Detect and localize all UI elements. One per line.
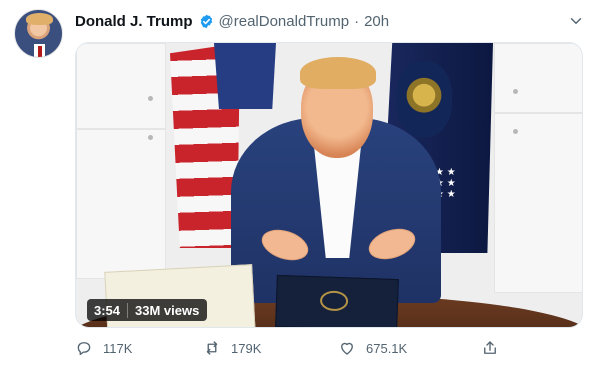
cabinet-left-upper [76, 43, 166, 129]
chevron-down-icon[interactable] [567, 12, 585, 30]
avatar-tie [38, 46, 42, 57]
cabinet-knob [148, 135, 153, 140]
reply-count: 117K [103, 340, 133, 356]
cabinet-knob [513, 89, 518, 94]
cabinet-knob [513, 129, 518, 134]
reply-icon [77, 342, 91, 356]
video-duration: 3:54 [94, 302, 121, 318]
author-name[interactable]: Donald J. Trump [75, 13, 193, 30]
like-count: 675.1K [366, 340, 408, 356]
avatar-hair [26, 13, 53, 25]
tweet-actions: 117K 179K 675.1K [75, 337, 501, 359]
presidential-seal [396, 61, 452, 137]
cabinet-right-lower [494, 113, 582, 293]
reply-button[interactable]: 117K [75, 337, 132, 359]
retweet-button[interactable]: 179K [203, 337, 261, 359]
folder-seal [319, 290, 349, 312]
retweet-icon [206, 341, 218, 355]
verified-badge-icon [200, 14, 212, 28]
cabinet-left-lower [76, 129, 166, 279]
cabinet-right-upper [494, 43, 582, 113]
tweet-card[interactable]: Donald J. Trump @realDonaldTrump · 20h ★… [0, 0, 600, 371]
speaker-hair [300, 57, 376, 89]
share-icon [484, 341, 496, 354]
tweet-timestamp[interactable]: 20h [364, 13, 389, 30]
tweet-header: Donald J. Trump @realDonaldTrump · 20h [75, 11, 585, 31]
retweet-count: 179K [231, 340, 262, 356]
heart-icon [341, 342, 353, 355]
time-separator: · [354, 12, 360, 30]
video-overlay-badge: 3:54 33M views [87, 299, 208, 321]
author-avatar[interactable] [14, 9, 63, 58]
presidential-folder [275, 274, 399, 327]
author-handle[interactable]: @realDonaldTrump [219, 13, 350, 30]
like-button[interactable]: 675.1K [338, 337, 407, 359]
video-views: 33M views [127, 302, 207, 318]
share-button[interactable] [481, 337, 509, 359]
video-player[interactable]: ★ ★ ★ ★ ★ ★ 3:54 33M views [75, 42, 583, 328]
american-flag-canton [214, 43, 276, 109]
cabinet-knob [148, 96, 153, 101]
